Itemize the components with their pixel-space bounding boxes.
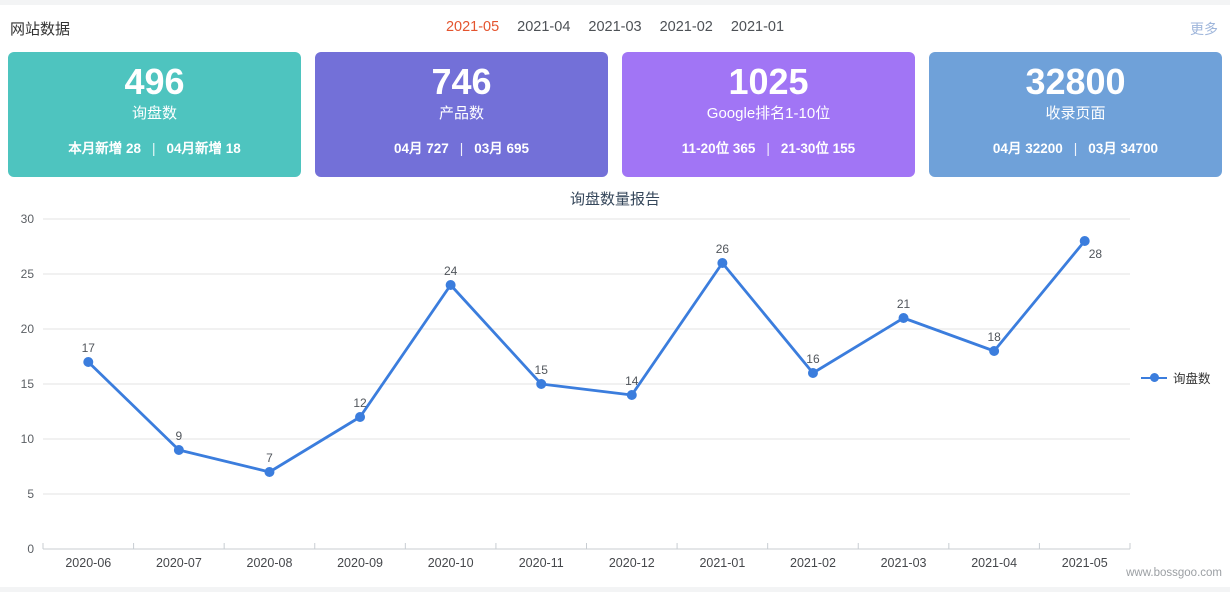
stat-card-indexed-pages: 32800 收录页面 04月 32200 | 03月 34700 <box>929 52 1222 177</box>
card-value: 496 <box>8 65 301 99</box>
card-value: 746 <box>315 65 608 99</box>
data-point-label: 7 <box>266 451 273 465</box>
tab-2021-03[interactable]: 2021-03 <box>588 19 641 35</box>
x-axis-tick-label: 2021-04 <box>971 556 1017 570</box>
legend-item-inquiries[interactable]: 询盘数 <box>1141 368 1211 387</box>
data-point[interactable] <box>446 280 456 290</box>
data-point[interactable] <box>808 368 818 378</box>
line-chart: 0 5 10 15 20 25 30 2020-06 2020-07 2020-08 2020-09… <box>0 210 1230 592</box>
card-sub-stats: 11-20位 365 | 21-30位 155 <box>622 137 915 157</box>
card-sub-left: 04月 32200 <box>993 141 1063 156</box>
x-axis-tick-label: 2021-01 <box>699 556 745 570</box>
card-label: 产品数 <box>315 105 608 122</box>
data-point[interactable] <box>355 412 365 422</box>
x-axis-tick-label: 2020-07 <box>156 556 202 570</box>
card-sub-left: 11-20位 365 <box>682 141 756 156</box>
y-axis-tick-label: 20 <box>21 322 35 336</box>
card-label: 询盘数 <box>8 105 301 122</box>
y-axis-tick-label: 0 <box>27 542 34 556</box>
card-value: 32800 <box>929 65 1222 99</box>
card-value: 1025 <box>622 65 915 99</box>
card-sub-stats: 04月 32200 | 03月 34700 <box>929 137 1222 157</box>
data-point[interactable] <box>174 445 184 455</box>
card-label: 收录页面 <box>929 105 1222 122</box>
y-axis-tick-label: 5 <box>27 487 34 501</box>
month-tab-bar: 2021-05 2021-04 2021-03 2021-02 2021-01 <box>0 19 1230 35</box>
y-axis-tick-label: 10 <box>21 432 35 446</box>
x-axis-tick-label: 2020-08 <box>247 556 293 570</box>
header: 网站数据 2021-05 2021-04 2021-03 2021-02 202… <box>0 5 1230 51</box>
card-label: Google排名1-10位 <box>622 105 915 122</box>
stat-cards-row: 496 询盘数 本月新增 28 | 04月新增 18 746 产品数 04月 727… <box>8 52 1222 177</box>
data-point[interactable] <box>717 258 727 268</box>
card-sub-right: 03月 695 <box>474 141 529 156</box>
data-point[interactable] <box>1080 236 1090 246</box>
bottom-edge-strip <box>0 587 1230 592</box>
y-axis-tick-label: 30 <box>21 212 35 226</box>
card-sub-right: 03月 34700 <box>1088 141 1158 156</box>
legend-label: 询盘数 <box>1173 368 1211 387</box>
data-point[interactable] <box>899 313 909 323</box>
data-point-label: 12 <box>353 396 367 410</box>
card-sub-divider: | <box>460 141 464 156</box>
x-axis-tick-label: 2020-12 <box>609 556 655 570</box>
data-point-label: 24 <box>444 264 458 278</box>
data-point-label: 9 <box>176 429 183 443</box>
card-sub-right: 21-30位 155 <box>781 141 855 156</box>
card-sub-left: 本月新增 28 <box>68 141 141 156</box>
y-axis-tick-label: 15 <box>21 377 35 391</box>
data-point-label: 16 <box>806 352 820 366</box>
card-sub-divider: | <box>1074 141 1078 156</box>
data-point[interactable] <box>536 379 546 389</box>
data-point-label: 18 <box>987 330 1001 344</box>
card-sub-left: 04月 727 <box>394 141 449 156</box>
data-point-label: 21 <box>897 297 911 311</box>
stat-card-products: 746 产品数 04月 727 | 03月 695 <box>315 52 608 177</box>
x-axis-tick-label: 2020-09 <box>337 556 383 570</box>
legend-line-dot-icon <box>1141 372 1167 383</box>
x-axis-tick-label: 2021-02 <box>790 556 836 570</box>
more-link[interactable]: 更多 <box>1190 19 1218 39</box>
card-sub-divider: | <box>766 141 770 156</box>
watermark: www.bossgoo.com <box>1126 567 1222 579</box>
series-line-inquiries <box>88 241 1084 472</box>
stat-card-inquiries: 496 询盘数 本月新增 28 | 04月新增 18 <box>8 52 301 177</box>
tab-2021-02[interactable]: 2021-02 <box>660 19 713 35</box>
data-point-label: 17 <box>82 341 96 355</box>
tab-2021-05[interactable]: 2021-05 <box>446 19 499 35</box>
data-point-label: 26 <box>716 242 730 256</box>
tab-2021-01[interactable]: 2021-01 <box>731 19 784 35</box>
x-axis-tick-label: 2020-10 <box>428 556 474 570</box>
data-point-label: 15 <box>535 363 549 377</box>
tab-2021-04[interactable]: 2021-04 <box>517 19 570 35</box>
card-sub-stats: 本月新增 28 | 04月新增 18 <box>8 137 301 157</box>
data-point[interactable] <box>989 346 999 356</box>
stat-card-google-rank: 1025 Google排名1-10位 11-20位 365 | 21-30位 155 <box>622 52 915 177</box>
x-axis-tick-label: 2020-06 <box>65 556 111 570</box>
x-axis-tick-label: 2021-03 <box>881 556 927 570</box>
x-axis-tick-label: 2020-11 <box>519 556 564 570</box>
data-point-label: 28 <box>1089 247 1103 261</box>
y-axis-tick-label: 25 <box>21 267 35 281</box>
card-sub-right: 04月新增 18 <box>167 141 241 156</box>
card-sub-divider: | <box>152 141 156 156</box>
data-point-label: 14 <box>625 374 639 388</box>
chart-title: 询盘数量报告 <box>0 188 1230 209</box>
x-axis-tick-label: 2021-05 <box>1062 556 1108 570</box>
card-sub-stats: 04月 727 | 03月 695 <box>315 137 608 157</box>
data-point[interactable] <box>264 467 274 477</box>
data-point[interactable] <box>627 390 637 400</box>
data-point[interactable] <box>83 357 93 367</box>
